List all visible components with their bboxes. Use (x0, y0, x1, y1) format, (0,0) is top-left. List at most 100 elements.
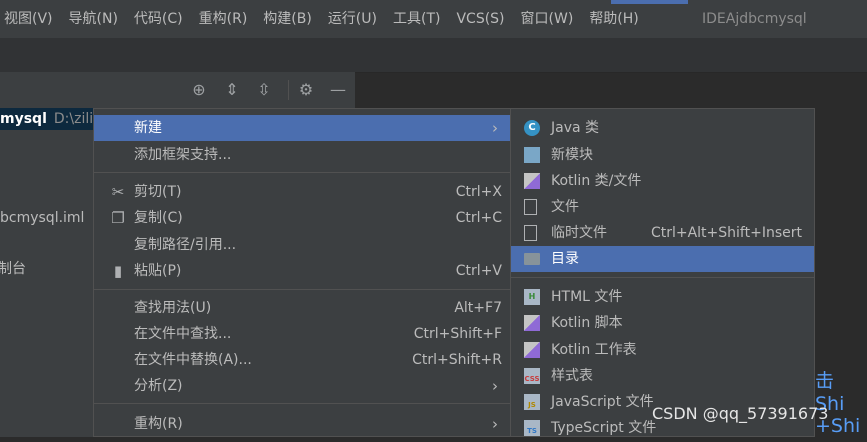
submenu-item-label: 样式表 (551, 368, 593, 384)
hide-icon[interactable]: — (328, 80, 348, 100)
watermark: CSDN @qq_57391673 (652, 404, 829, 423)
menu-item-cut[interactable]: ✂ 剪切(T) Ctrl+X (94, 179, 510, 205)
scissors-icon: ✂ (111, 183, 125, 201)
main-menu-bar: 视图(V) 导航(N) 代码(C) 重构(R) 构建(B) 运行(U) 工具(T… (0, 0, 867, 38)
menu-item-new[interactable]: 新建 › (94, 115, 510, 141)
menu-item-label: 在文件中查找... (134, 326, 232, 342)
gear-icon[interactable]: ⚙ (296, 80, 316, 100)
chevron-right-icon: › (492, 377, 498, 395)
menu-separator (94, 403, 510, 404)
chevron-right-icon: › (492, 415, 498, 433)
toolbar-divider (288, 80, 289, 100)
submenu-item-label: 临时文件 (551, 225, 607, 241)
submenu-item-label: 目录 (551, 251, 579, 267)
submenu-item-kotlin-class[interactable]: Kotlin 类/文件 (511, 168, 814, 194)
submenu-item-label: Kotlin 类/文件 (551, 173, 642, 189)
navigation-bar (0, 38, 867, 73)
menu-build[interactable]: 构建(B) (255, 0, 320, 38)
menu-item-find-in-files[interactable]: 在文件中查找... Ctrl+Shift+F (94, 321, 510, 347)
clipboard-icon: ▮ (113, 262, 123, 280)
css-icon: CSS (524, 368, 540, 384)
locate-icon[interactable]: ⊕ (189, 80, 209, 100)
menu-item-label: 查找用法(U) (134, 300, 212, 316)
js-icon: JS (524, 394, 540, 410)
kotlin-icon (524, 173, 540, 189)
menu-item-label: 复制(C) (134, 210, 183, 226)
submenu-item-kotlin-worksheet[interactable]: Kotlin 工作表 (511, 337, 814, 363)
submenu-item-shortcut: Ctrl+Alt+Shift+Insert (650, 225, 802, 241)
submenu-item-new-module[interactable]: 新模块 (511, 142, 814, 168)
menu-item-paste[interactable]: ▮ 粘贴(P) Ctrl+V (94, 258, 510, 284)
expand-all-icon[interactable]: ⇕ (222, 80, 242, 100)
menu-run[interactable]: 运行(U) (320, 0, 385, 38)
menu-item-find-usages[interactable]: 查找用法(U) Alt+F7 (94, 295, 510, 321)
menu-tools[interactable]: 工具(T) (385, 0, 448, 38)
submenu-item-html-file[interactable]: H HTML 文件 (511, 284, 814, 310)
kotlin-worksheet-icon (524, 342, 540, 358)
menu-item-copy[interactable]: ❐ 复制(C) Ctrl+C (94, 205, 510, 231)
folder-icon (524, 253, 540, 265)
menu-item-label: 在文件中替换(A)... (134, 352, 252, 368)
submenu-item-label: TypeScript 文件 (551, 420, 657, 436)
file-icon (524, 199, 537, 215)
java-class-icon: C (524, 120, 540, 136)
menu-item-shortcut: Alt+F7 (454, 300, 502, 316)
submenu-separator (511, 277, 814, 278)
menu-item-shortcut: Ctrl+C (455, 210, 502, 226)
menu-separator (94, 172, 510, 173)
project-tool-header: ⊕ ⇕ ⇳ ⚙ — (0, 72, 355, 109)
submenu-item-stylesheet[interactable]: CSS 样式表 (511, 363, 814, 389)
menu-item-label: 粘贴(P) (134, 263, 182, 279)
submenu-item-label: HTML 文件 (551, 289, 623, 305)
submenu-item-java-class[interactable]: C Java 类 (511, 115, 814, 141)
module-icon (524, 147, 540, 163)
menu-view[interactable]: 视图(V) (0, 0, 61, 38)
menu-item-label: 新建 (134, 120, 162, 136)
scratch-file-icon (524, 225, 537, 241)
menu-help[interactable]: 帮助(H) (581, 0, 646, 38)
menu-window[interactable]: 窗口(W) (513, 0, 582, 38)
menu-item-add-framework[interactable]: 添加框架支持... (94, 142, 510, 168)
menu-item-label: 复制路径/引用... (134, 237, 237, 253)
menu-item-label: 分析(Z) (134, 378, 183, 394)
submenu-item-label: Kotlin 工作表 (551, 342, 637, 358)
root-path: D:\zili (53, 111, 94, 127)
new-submenu: C Java 类 新模块 Kotlin 类/文件 文件 临时文件 Ctrl+Al… (510, 108, 815, 437)
menu-item-label: 添加框架支持... (134, 147, 232, 163)
menu-vcs[interactable]: VCS(S) (448, 0, 512, 38)
submenu-item-file[interactable]: 文件 (511, 194, 814, 220)
submenu-item-label: JavaScript 文件 (551, 394, 654, 410)
menu-item-shortcut: Ctrl+Shift+R (412, 352, 502, 368)
menu-item-label: 剪切(T) (134, 184, 182, 200)
menu-item-replace-in-files[interactable]: 在文件中替换(A)... Ctrl+Shift+R (94, 347, 510, 373)
submenu-item-label: 文件 (551, 199, 579, 215)
submenu-item-label: Java 类 (551, 120, 600, 136)
submenu-item-kotlin-script[interactable]: Kotlin 脚本 (511, 310, 814, 336)
collapse-all-icon[interactable]: ⇳ (254, 80, 274, 100)
submenu-item-label: 新模块 (551, 147, 593, 163)
chevron-right-icon: › (492, 119, 498, 137)
kotlin-script-icon (524, 315, 540, 331)
submenu-item-scratch-file[interactable]: 临时文件 Ctrl+Alt+Shift+Insert (511, 220, 814, 246)
menu-refactor[interactable]: 重构(R) (191, 0, 256, 38)
tree-item-iml[interactable]: bcmysql.iml (0, 207, 84, 229)
tree-item-console[interactable]: 制台 (0, 258, 26, 280)
root-name: mysql (0, 111, 47, 127)
menu-item-refactor[interactable]: 重构(R) › (94, 411, 510, 437)
submenu-item-directory[interactable]: 目录 (511, 246, 814, 272)
menu-item-shortcut: Ctrl+V (455, 263, 502, 279)
menu-navigate[interactable]: 导航(N) (61, 0, 126, 38)
menu-separator (94, 289, 510, 290)
menu-item-label: 重构(R) (134, 416, 183, 432)
copy-icon: ❐ (111, 209, 125, 227)
menu-code[interactable]: 代码(C) (126, 0, 191, 38)
html-icon: H (524, 289, 540, 305)
context-menu: 新建 › 添加框架支持... ✂ 剪切(T) Ctrl+X ❐ 复制(C) Ct… (93, 108, 511, 437)
menu-item-shortcut: Ctrl+X (455, 184, 502, 200)
window-title: IDEAjdbcmysql (702, 11, 807, 27)
submenu-item-label: Kotlin 脚本 (551, 315, 623, 331)
title-indicator (611, 0, 688, 4)
menu-item-shortcut: Ctrl+Shift+F (413, 326, 502, 342)
menu-item-analyze[interactable]: 分析(Z) › (94, 373, 510, 399)
menu-item-copy-path[interactable]: 复制路径/引用... (94, 232, 510, 258)
